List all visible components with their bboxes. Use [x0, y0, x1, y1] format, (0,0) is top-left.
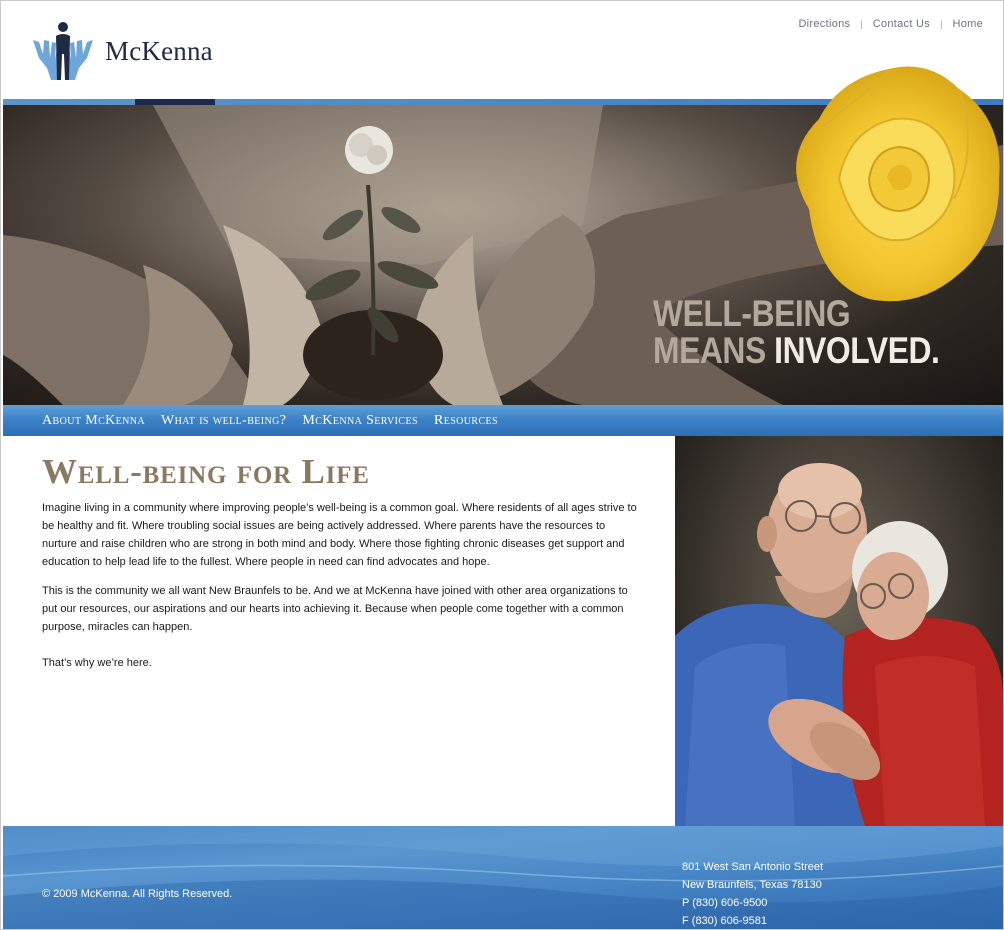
- yellow-rose-image: [796, 66, 1000, 302]
- nav-about-mckenna[interactable]: About McKenna: [42, 413, 145, 429]
- phone-number: P (830) 606-9500: [682, 897, 768, 909]
- utility-nav: Directions | Contact Us | Home: [798, 18, 983, 30]
- copyright-text: © 2009 McKenna. All Rights Reserved.: [42, 888, 233, 900]
- footer-wave-graphic: [3, 826, 1003, 929]
- logo-link[interactable]: McKenna: [29, 19, 249, 83]
- intro-paragraph: Imagine living in a community where impr…: [42, 502, 637, 568]
- fax-number: F (830) 606-9581: [682, 915, 767, 927]
- address-street: 801 West San Antonio Street: [682, 861, 824, 873]
- nav-mckenna-services[interactable]: McKenna Services: [302, 413, 418, 429]
- directions-link[interactable]: Directions: [798, 18, 850, 30]
- nav-resources[interactable]: Resources: [434, 413, 498, 429]
- tagline-line2-end: INVOLVED.: [774, 330, 940, 371]
- nav-separator: |: [940, 19, 943, 29]
- nav-what-is-well-being[interactable]: What is well-being?: [161, 413, 286, 429]
- main-nav: About McKenna What is well-being? McKenn…: [3, 405, 1003, 436]
- community-paragraph: This is the community we all want New Br…: [42, 585, 628, 633]
- page-title: Well-being for Life: [42, 452, 370, 491]
- elderly-couple-image: [675, 463, 1003, 826]
- address-city: New Braunfels, Texas 78130: [682, 879, 822, 891]
- main-content: Well-being for Life Imagine living in a …: [3, 436, 675, 826]
- page: McKenna Directions | Contact Us | Home W…: [0, 0, 1004, 930]
- closing-paragraph: That’s why we’re here.: [42, 657, 152, 669]
- hands-people-icon: [33, 22, 93, 80]
- nav-separator: |: [860, 19, 863, 29]
- address-block: 801 West San Antonio Street New Braunfel…: [682, 858, 824, 929]
- home-link[interactable]: Home: [952, 18, 983, 30]
- footer: © 2009 McKenna. All Rights Reserved. 801…: [3, 826, 1003, 929]
- brand-name: McKenna: [105, 35, 213, 66]
- tagline-line2-start: MEANS: [653, 330, 766, 371]
- elderly-couple-photo: [675, 436, 1003, 826]
- contact-us-link[interactable]: Contact Us: [873, 18, 930, 30]
